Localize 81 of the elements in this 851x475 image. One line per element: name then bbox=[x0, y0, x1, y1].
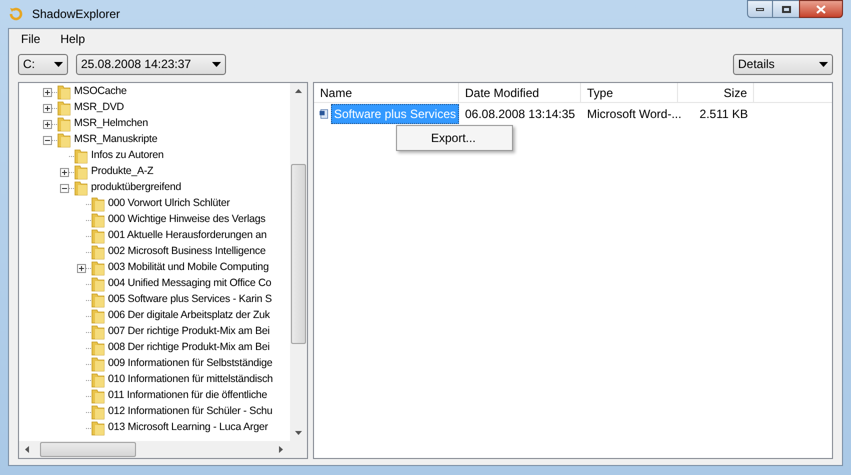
tree-item[interactable]: 008 Der richtige Produkt-Mix am Bei bbox=[108, 340, 270, 356]
tree-item[interactable]: Produkte_A-Z bbox=[91, 164, 154, 180]
window-title: ShadowExplorer bbox=[32, 6, 120, 23]
folder-icon bbox=[57, 132, 71, 148]
scroll-down-icon[interactable] bbox=[295, 431, 302, 435]
expand-toggle[interactable] bbox=[43, 88, 52, 96]
tree-item[interactable]: 000 Wichtige Hinweise des Verlags bbox=[108, 212, 266, 228]
expand-toggle[interactable] bbox=[77, 264, 86, 272]
column-header[interactable]: Name bbox=[314, 83, 459, 102]
tree-item[interactable]: 002 Microsoft Business Intelligence bbox=[108, 244, 266, 260]
menu-item[interactable]: Export... bbox=[399, 128, 510, 148]
app-icon bbox=[8, 6, 24, 22]
scroll-thumb[interactable] bbox=[40, 442, 136, 457]
tree-item[interactable]: 006 Der digitale Arbeitsplatz der Zuk bbox=[108, 308, 270, 324]
snapshot-dropdown[interactable]: 25.08.2008 14:23:37 bbox=[76, 54, 226, 74]
tree-item[interactable]: 013 Microsoft Learning - Luca Arger bbox=[108, 420, 268, 436]
folder-icon bbox=[74, 148, 88, 164]
folder-icon bbox=[91, 340, 105, 356]
folder-icon bbox=[91, 228, 105, 244]
tree-item[interactable]: 003 Mobilität und Mobile Computing bbox=[108, 260, 269, 276]
view-dropdown[interactable]: Details bbox=[733, 54, 833, 74]
tree-item[interactable]: MSR_Manuskripte bbox=[74, 132, 158, 148]
tree-item[interactable]: 007 Der richtige Produkt-Mix am Bei bbox=[108, 324, 270, 340]
tree-item[interactable]: MSR_Helmchen bbox=[74, 116, 148, 132]
tree-item[interactable]: 012 Informationen für Schüler - Schu bbox=[108, 404, 272, 420]
close-icon bbox=[816, 4, 826, 14]
maximize-button[interactable] bbox=[773, 0, 799, 18]
folder-icon bbox=[91, 276, 105, 292]
folder-icon bbox=[91, 372, 105, 388]
folder-icon bbox=[91, 212, 105, 228]
tree-item[interactable]: produktübergreifend bbox=[91, 180, 182, 196]
folder-icon bbox=[91, 388, 105, 404]
column-header[interactable]: Date Modified bbox=[459, 83, 581, 102]
column-header[interactable]: Size bbox=[678, 83, 754, 102]
dropdown-arrow-icon bbox=[819, 62, 828, 66]
menu-item[interactable]: Help bbox=[60, 30, 86, 48]
collapse-toggle[interactable] bbox=[43, 136, 52, 144]
tree-item[interactable]: 004 Unified Messaging mit Office Co bbox=[108, 276, 272, 292]
table-cell-text: 06.08.2008 13:14:35 bbox=[464, 106, 576, 123]
scroll-left-icon[interactable] bbox=[25, 446, 29, 453]
minimize-button[interactable] bbox=[747, 0, 773, 18]
column-header[interactable]: Type bbox=[581, 83, 678, 102]
folder-icon bbox=[91, 196, 105, 212]
horizontal-scrollbar[interactable] bbox=[19, 441, 307, 458]
tree-item[interactable]: 000 Vorwort Ulrich Schlüter bbox=[108, 196, 230, 212]
folder-icon bbox=[91, 356, 105, 372]
tree-item[interactable]: 011 Informationen für die öffentliche bbox=[108, 388, 268, 404]
expand-toggle[interactable] bbox=[43, 120, 52, 128]
folder-icon bbox=[91, 292, 105, 308]
folder-icon bbox=[57, 116, 71, 132]
expand-toggle[interactable] bbox=[60, 168, 69, 176]
scroll-up-icon[interactable] bbox=[295, 89, 302, 93]
folder-icon bbox=[74, 180, 88, 196]
drive-dropdown[interactable]: C: bbox=[18, 54, 68, 74]
folder-icon bbox=[91, 404, 105, 420]
folder-icon bbox=[91, 244, 105, 260]
tree-item[interactable]: MSR_DVD bbox=[74, 100, 124, 116]
menu-item[interactable]: File bbox=[21, 30, 40, 48]
folder-icon bbox=[91, 260, 105, 276]
tree-item[interactable]: MSOCache bbox=[74, 84, 127, 100]
table-cell-text: Microsoft Word-... bbox=[586, 106, 678, 123]
tree-item[interactable]: Infos zu Autoren bbox=[91, 148, 164, 164]
close-button[interactable] bbox=[799, 0, 843, 18]
scroll-thumb[interactable] bbox=[291, 164, 306, 344]
tree-item[interactable]: 009 Informationen für Selbstständige bbox=[108, 356, 272, 372]
tree-item[interactable]: 005 Software plus Services - Karin S bbox=[108, 292, 272, 308]
vertical-scrollbar[interactable] bbox=[290, 83, 307, 441]
folder-icon bbox=[91, 324, 105, 340]
folder-icon bbox=[91, 420, 105, 436]
folder-icon bbox=[57, 100, 71, 116]
expand-toggle[interactable] bbox=[43, 104, 52, 112]
dropdown-arrow-icon bbox=[212, 62, 221, 66]
dropdown-arrow-icon bbox=[54, 62, 63, 66]
folder-icon bbox=[91, 308, 105, 324]
tree-item[interactable]: 001 Aktuelle Herausforderungen an bbox=[108, 228, 267, 244]
folder-icon bbox=[74, 164, 88, 180]
tree-item[interactable]: 010 Informationen für mittelständisch bbox=[108, 372, 273, 388]
folder-icon bbox=[57, 84, 71, 100]
scroll-right-icon[interactable] bbox=[279, 446, 283, 453]
table-cell-text: 2.511 KB bbox=[698, 106, 749, 123]
collapse-toggle[interactable] bbox=[60, 184, 69, 192]
